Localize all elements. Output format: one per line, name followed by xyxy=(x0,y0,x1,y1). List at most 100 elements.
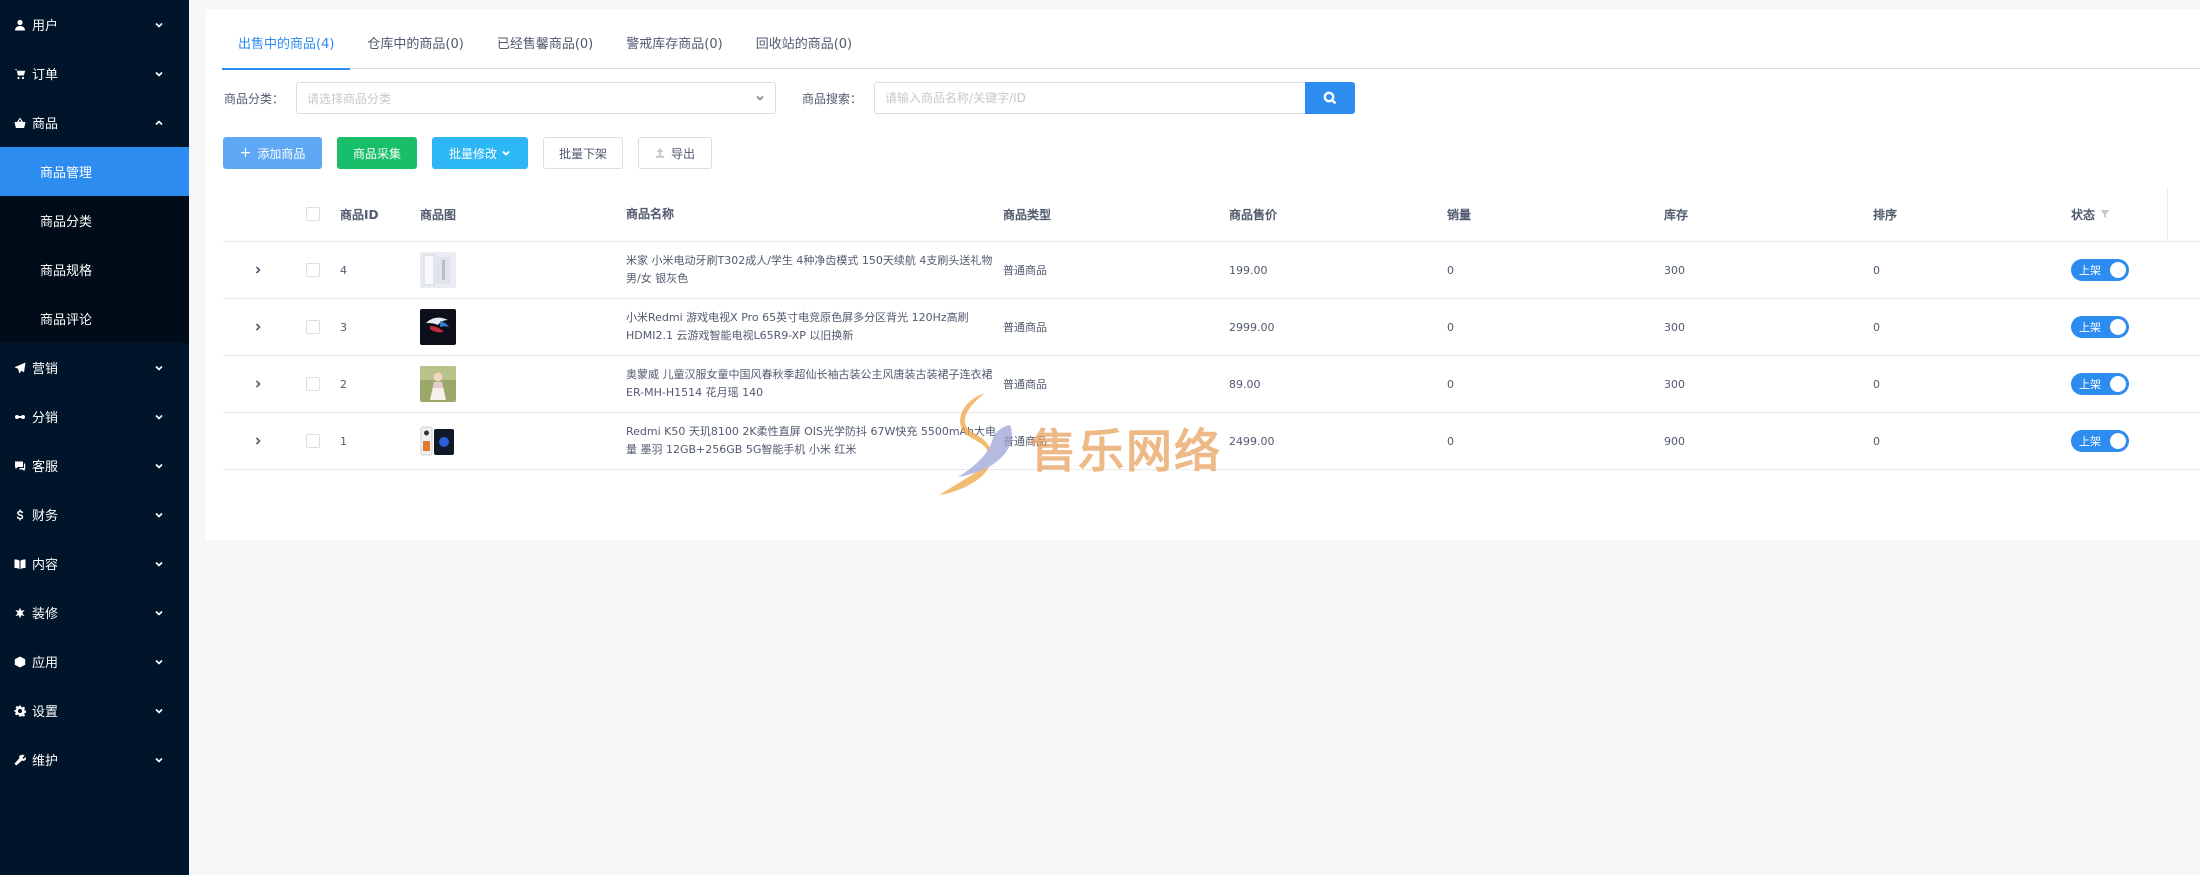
sidebar-item-settings[interactable]: 设置 xyxy=(0,686,189,735)
chevron-right-icon[interactable] xyxy=(253,379,263,389)
plus-icon: + xyxy=(239,145,252,161)
chevron-down-icon xyxy=(502,150,510,156)
product-table: 商品ID 商品图 商品名称 商品类型 商品售价 销量 库存 排序 状态 4 米家… xyxy=(223,187,2200,470)
dollar-icon xyxy=(14,509,26,521)
sidebar-item-label: 商品 xyxy=(32,117,59,132)
header-price: 商品售价 xyxy=(1229,207,1278,222)
filter-icon[interactable] xyxy=(2100,209,2110,219)
sidebar-item-decoration[interactable]: 装修 xyxy=(0,588,189,637)
header-type: 商品类型 xyxy=(1003,207,1052,222)
sidebar-item-apps[interactable]: 应用 xyxy=(0,637,189,686)
sidebar-item-label: 维护 xyxy=(32,754,59,769)
status-toggle[interactable]: 上架 xyxy=(2071,316,2129,338)
chevron-down-icon xyxy=(153,705,165,717)
sidebar-item-product-spec[interactable]: 商品规格 xyxy=(0,245,189,294)
sidebar-item-customer-service[interactable]: 客服 xyxy=(0,441,189,490)
book-icon xyxy=(14,558,26,570)
cell-sales: 0 xyxy=(1447,263,1454,277)
tab-sold-out[interactable]: 已经售馨商品(0) xyxy=(481,29,609,69)
chevron-down-icon xyxy=(153,68,165,80)
status-toggle[interactable]: 上架 xyxy=(2071,430,2129,452)
product-thumbnail[interactable] xyxy=(420,366,456,402)
sidebar-item-marketing[interactable]: 营销 xyxy=(0,343,189,392)
search-button[interactable] xyxy=(1305,82,1356,114)
product-thumbnail[interactable] xyxy=(420,423,456,459)
sidebar-item-maintenance[interactable]: 维护 xyxy=(0,735,189,784)
chevron-right-icon[interactable] xyxy=(253,265,263,275)
cell-sales: 0 xyxy=(1447,320,1454,334)
sidebar-item-orders[interactable]: 订单 xyxy=(0,49,189,98)
product-search-input[interactable] xyxy=(874,82,1306,114)
table-row: 2 奥蒙威 儿童汉服女童中国风春秋季超仙长袖古装公主风唐装古装裙子连衣裙 ER-… xyxy=(223,356,2200,413)
cell-sort: 0 xyxy=(1873,263,1880,277)
sidebar-item-finance[interactable]: 财务 xyxy=(0,490,189,539)
sidebar-item-products[interactable]: 商品 xyxy=(0,98,189,147)
chevron-down-icon xyxy=(756,95,764,101)
sidebar-item-content[interactable]: 内容 xyxy=(0,539,189,588)
sidebar-item-users[interactable]: 用户 xyxy=(0,0,189,49)
row-checkbox[interactable] xyxy=(306,320,320,334)
sidebar-item-product-category[interactable]: 商品分类 xyxy=(0,196,189,245)
chevron-down-icon xyxy=(153,656,165,668)
tab-low-stock[interactable]: 警戒库存商品(0) xyxy=(610,29,738,69)
cell-sales: 0 xyxy=(1447,434,1454,448)
filter-bar: 商品分类： 请选择商品分类 商品搜索： xyxy=(224,82,1356,114)
status-toggle[interactable]: 上架 xyxy=(2071,373,2129,395)
cell-price: 2999.00 xyxy=(1229,320,1275,334)
row-checkbox[interactable] xyxy=(306,377,320,391)
table-row: 4 米家 小米电动牙刷T302成人/学生 4种净齿模式 150天续航 4支刷头送… xyxy=(223,242,2200,299)
chevron-right-icon[interactable] xyxy=(253,322,263,332)
header-image: 商品图 xyxy=(420,207,457,222)
upload-icon xyxy=(655,148,664,158)
chevron-right-icon[interactable] xyxy=(253,436,263,446)
cell-name: 奥蒙威 儿童汉服女童中国风春秋季超仙长袖古装公主风唐装古装裙子连衣裙 ER-MH… xyxy=(626,368,993,399)
status-toggle[interactable]: 上架 xyxy=(2071,259,2129,281)
sidebar-item-label: 设置 xyxy=(32,705,59,720)
chevron-down-icon xyxy=(153,558,165,570)
category-select[interactable]: 请选择商品分类 xyxy=(296,82,777,114)
tab-on-sale[interactable]: 出售中的商品(4) xyxy=(222,29,351,70)
select-all-checkbox[interactable] xyxy=(306,207,320,221)
cell-price: 2499.00 xyxy=(1229,434,1275,448)
chevron-down-icon xyxy=(153,754,165,766)
cell-name: Redmi K50 天玑8100 2K柔性直屏 OIS光学防抖 67W快充 55… xyxy=(626,425,997,456)
cell-id: 1 xyxy=(340,434,347,448)
wrench-icon xyxy=(14,754,26,766)
search-label: 商品搜索： xyxy=(802,91,863,106)
chevron-down-icon xyxy=(153,362,165,374)
sidebar-item-label: 财务 xyxy=(32,509,59,524)
cell-name: 米家 小米电动牙刷T302成人/学生 4种净齿模式 150天续航 4支刷头送礼物… xyxy=(626,254,993,285)
header-sort: 排序 xyxy=(1873,207,1898,222)
collect-product-button[interactable]: 商品采集 xyxy=(337,137,417,169)
sidebar-item-label: 分销 xyxy=(32,411,59,426)
search-group: 商品搜索： xyxy=(802,82,1356,114)
chevron-up-icon xyxy=(153,117,165,129)
chevron-down-icon xyxy=(153,509,165,521)
sidebar-item-distribution[interactable]: 分销 xyxy=(0,392,189,441)
cell-sort: 0 xyxy=(1873,377,1880,391)
row-checkbox[interactable] xyxy=(306,434,320,448)
batch-edit-button[interactable]: 批量修改 xyxy=(432,137,528,169)
cell-stock: 300 xyxy=(1664,320,1685,334)
sidebar-item-product-management[interactable]: 商品管理 xyxy=(0,147,189,196)
tab-recycle-bin[interactable]: 回收站的商品(0) xyxy=(740,29,868,69)
cell-sort: 0 xyxy=(1873,320,1880,334)
sidebar-item-label: 内容 xyxy=(32,558,59,573)
column-divider xyxy=(2167,187,2168,241)
add-product-button[interactable]: + 添加商品 xyxy=(223,137,322,169)
table-header: 商品ID 商品图 商品名称 商品类型 商品售价 销量 库存 排序 状态 xyxy=(223,187,2200,242)
cell-stock: 900 xyxy=(1664,434,1685,448)
sidebar-item-product-reviews[interactable]: 商品评论 xyxy=(0,294,189,343)
product-thumbnail[interactable] xyxy=(420,252,456,288)
sidebar-item-label: 客服 xyxy=(32,460,59,475)
row-checkbox[interactable] xyxy=(306,263,320,277)
product-status-tabs: 出售中的商品(4) 仓库中的商品(0) 已经售馨商品(0) 警戒库存商品(0) … xyxy=(222,29,2200,70)
export-button[interactable]: 导出 xyxy=(638,137,712,169)
cell-price: 199.00 xyxy=(1229,263,1268,277)
table-row: 3 小米Redmi 游戏电视X Pro 65英寸电竞原色屏多分区背光 120Hz… xyxy=(223,299,2200,356)
header-status: 状态 xyxy=(2071,187,2191,241)
batch-off-shelf-button[interactable]: 批量下架 xyxy=(543,137,623,169)
tab-in-warehouse[interactable]: 仓库中的商品(0) xyxy=(351,29,479,69)
product-thumbnail[interactable] xyxy=(420,309,456,345)
sidebar-item-label: 订单 xyxy=(32,68,59,83)
